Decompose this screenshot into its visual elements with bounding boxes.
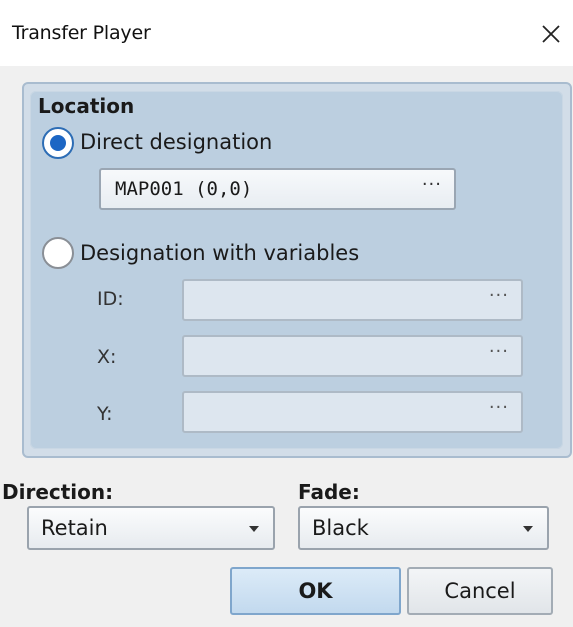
chevron-down-icon xyxy=(523,526,533,532)
close-icon[interactable] xyxy=(531,14,571,54)
fade-select[interactable]: Black xyxy=(298,506,549,550)
map-location-field[interactable]: MAP001 (0,0) ··· xyxy=(99,168,456,210)
fade-label: Fade: xyxy=(298,480,360,504)
browse-ellipsis-icon[interactable]: ··· xyxy=(489,397,509,418)
direct-designation-label[interactable]: Direct designation xyxy=(80,130,272,154)
direction-label: Direction: xyxy=(2,480,114,504)
variable-x-label: X: xyxy=(97,346,117,368)
direct-designation-radio[interactable] xyxy=(42,127,74,159)
map-location-value: MAP001 (0,0) xyxy=(115,178,253,200)
variables-designation-radio[interactable] xyxy=(42,237,74,269)
direction-value: Retain xyxy=(41,516,108,540)
variable-y-field[interactable]: ··· xyxy=(182,391,523,433)
chevron-down-icon xyxy=(249,526,259,532)
window-title: Transfer Player xyxy=(12,22,151,44)
variable-y-label: Y: xyxy=(97,403,113,425)
ok-button[interactable]: OK xyxy=(230,567,401,615)
browse-ellipsis-icon[interactable]: ··· xyxy=(422,174,442,195)
location-group-label: Location xyxy=(38,94,135,118)
title-bar: Transfer Player xyxy=(0,0,573,66)
browse-ellipsis-icon[interactable]: ··· xyxy=(489,285,509,306)
variables-designation-label[interactable]: Designation with variables xyxy=(80,241,359,265)
radio-selected-dot xyxy=(50,135,66,151)
direction-select[interactable]: Retain xyxy=(27,506,275,550)
variable-id-field[interactable]: ··· xyxy=(182,279,523,321)
fade-value: Black xyxy=(312,516,369,540)
variable-x-field[interactable]: ··· xyxy=(182,335,523,377)
cancel-button[interactable]: Cancel xyxy=(407,567,553,615)
browse-ellipsis-icon[interactable]: ··· xyxy=(489,341,509,362)
variable-id-label: ID: xyxy=(97,288,124,310)
